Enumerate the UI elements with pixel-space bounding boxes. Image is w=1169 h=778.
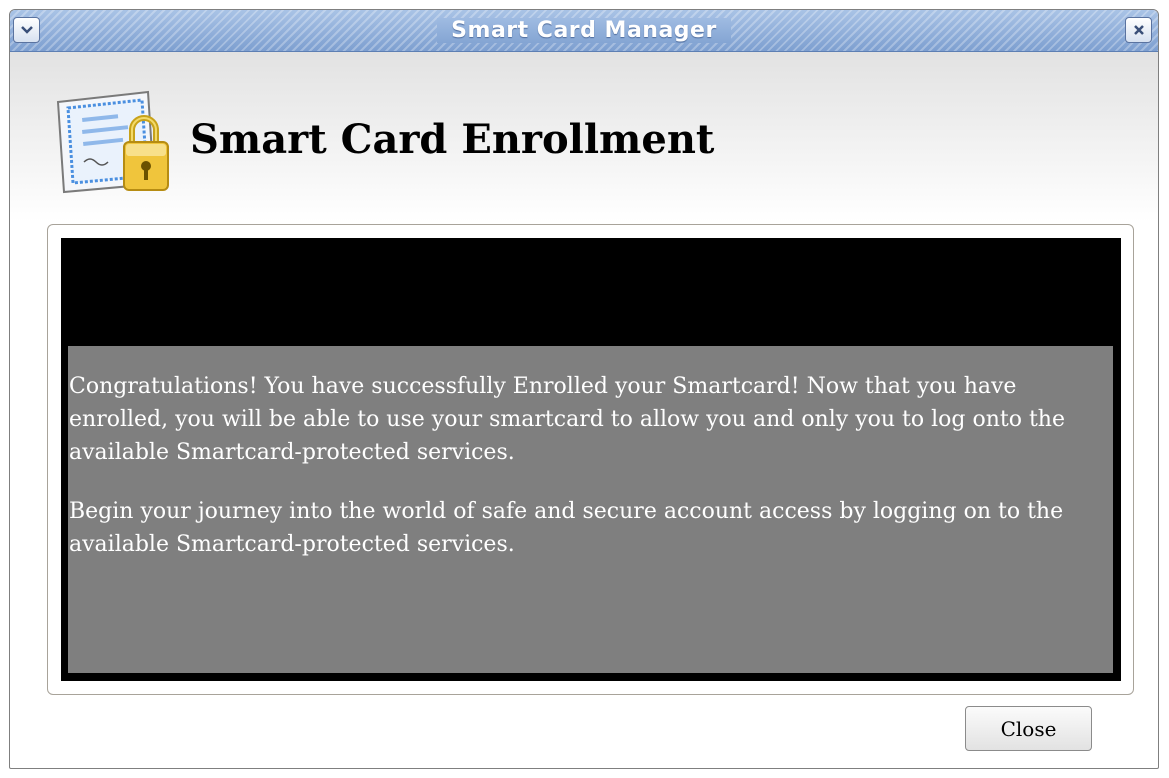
title-bar[interactable]: Smart Card Manager <box>10 10 1158 52</box>
enrollment-content-view[interactable]: Congratulations! You have successfully E… <box>61 238 1121 681</box>
window-title-label: Smart Card Manager <box>437 18 731 43</box>
message-paragraph: Congratulations! You have successfully E… <box>69 374 1065 465</box>
window-title: Smart Card Manager <box>10 10 1158 52</box>
content-frame: Congratulations! You have successfully E… <box>47 224 1134 695</box>
message-paragraph: Begin your journey into the world of saf… <box>69 499 1064 557</box>
certificate-lock-icon <box>56 90 169 194</box>
close-button[interactable]: Close <box>965 706 1092 751</box>
enrollment-header: Smart Card Enrollment <box>10 52 1158 222</box>
close-icon <box>1133 25 1144 35</box>
page-title: Smart Card Enrollment <box>190 116 715 163</box>
window-close-button[interactable] <box>1125 17 1152 43</box>
message-panel: Congratulations! You have successfully E… <box>68 346 1113 673</box>
smart-card-manager-window: Smart Card Manager Smart Card Enrollment… <box>9 9 1159 769</box>
